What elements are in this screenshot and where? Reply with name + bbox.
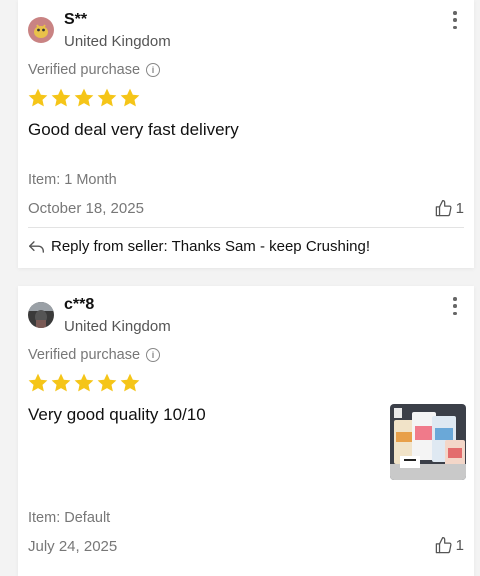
review-date: July 24, 2025 [28,538,118,555]
star-icon [28,88,48,107]
thumbs-up-icon [435,536,452,554]
seller-reply: Reply from seller: Thanks Sam - keep Cru… [28,238,370,255]
star-icon [120,88,140,107]
star-icon [97,88,117,107]
info-icon[interactable]: i [146,63,161,77]
review-text: Good deal very fast delivery [28,120,239,139]
star-icon [74,373,94,392]
thumbs-up-icon [435,199,452,217]
reviewer-name: S** [64,11,88,28]
verified-purchase: Verified purchase i [28,62,161,78]
helpful-count: 1 [455,200,464,217]
seller-reply-text: Reply from seller: Thanks Sam - keep Cru… [51,238,371,255]
helpful-button[interactable]: 1 [434,199,464,218]
review-photo[interactable] [390,404,466,480]
verified-label: Verified purchase [28,62,141,78]
star-rating [27,372,141,394]
review-card: c**8 United Kingdom Verified purchase i … [18,286,474,576]
more-vertical-icon[interactable] [450,11,460,29]
avatar [28,17,54,43]
avatar [28,302,54,328]
item-variant: Item: 1 Month [28,172,117,188]
star-icon [120,373,140,392]
verified-label: Verified purchase [28,347,141,363]
info-icon[interactable]: i [146,348,161,362]
review-date: October 18, 2025 [28,200,144,217]
star-rating [27,87,141,109]
item-variant: Item: Default [28,510,111,526]
star-icon [74,88,94,107]
reviewer-country: United Kingdom [64,33,171,50]
star-icon [97,373,117,392]
review-text: Very good quality 10/10 [28,405,206,424]
reviewer-name: c**8 [64,296,95,313]
reviewer-country: United Kingdom [64,318,171,335]
review-card: S** United Kingdom Verified purchase i G… [18,0,474,268]
helpful-count: 1 [455,537,464,554]
star-icon [51,373,71,392]
verified-purchase: Verified purchase i [28,347,161,363]
helpful-button[interactable]: 1 [434,536,464,555]
star-icon [51,88,71,107]
divider [28,227,464,228]
more-vertical-icon[interactable] [450,297,460,315]
star-icon [28,373,48,392]
reply-arrow-icon [29,240,44,253]
